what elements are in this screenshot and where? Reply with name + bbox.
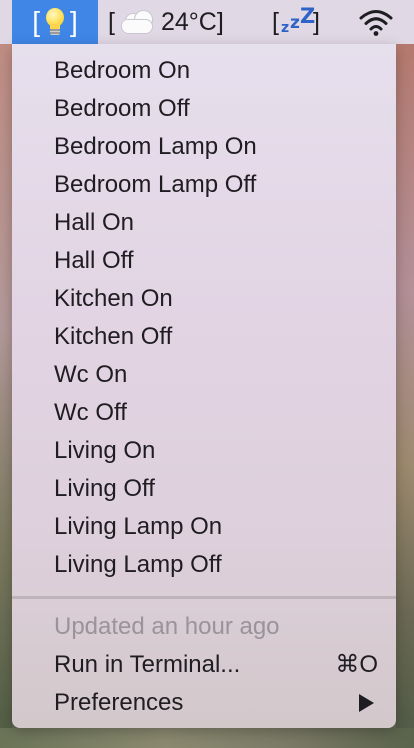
menu-item-kitchen-off[interactable]: Kitchen Off <box>12 318 396 356</box>
menu-item-living-lamp-off[interactable]: Living Lamp Off <box>12 546 396 584</box>
updated-label: Updated an hour ago <box>54 613 280 640</box>
run-in-terminal-item[interactable]: Run in Terminal... ⌘O <box>12 646 396 684</box>
menu-bar: [ ] [ 24°C] [ z z Z ] <box>0 0 414 44</box>
cloud-icon <box>117 10 157 34</box>
sleep-zzz-icon: z z Z <box>280 4 316 36</box>
bracket-left: [ <box>108 7 115 36</box>
keyboard-shortcut: ⌘O <box>335 651 378 678</box>
menu-item-bedroom-off[interactable]: Bedroom Off <box>12 90 396 128</box>
menu-separator <box>12 596 396 599</box>
menu-item-hall-on[interactable]: Hall On <box>12 204 396 242</box>
menu-item-living-lamp-on[interactable]: Living Lamp On <box>12 508 396 546</box>
menu-footer: Updated an hour ago Run in Terminal... ⌘… <box>12 608 396 722</box>
run-in-terminal-label: Run in Terminal... <box>54 651 241 678</box>
menu-item-wc-off[interactable]: Wc Off <box>12 394 396 432</box>
sleep-status-item[interactable]: [ z z Z ] <box>272 0 334 44</box>
updated-status-text: Updated an hour ago <box>12 608 396 646</box>
menu-item-bedroom-lamp-off[interactable]: Bedroom Lamp Off <box>12 166 396 204</box>
wifi-icon <box>359 10 393 36</box>
home-lights-status-item[interactable]: [ ] <box>12 0 98 44</box>
menu-item-bedroom-on[interactable]: Bedroom On <box>12 52 396 90</box>
temperature-text: 24°C] <box>160 7 224 36</box>
wifi-status-item[interactable] <box>356 0 396 44</box>
weather-status-item[interactable]: [ 24°C] <box>108 0 258 44</box>
lights-dropdown-menu: Bedroom On Bedroom Off Bedroom Lamp On B… <box>12 44 396 728</box>
desktop-wallpaper-right <box>396 44 414 748</box>
menu-item-hall-off[interactable]: Hall Off <box>12 242 396 280</box>
menu-item-list: Bedroom On Bedroom Off Bedroom Lamp On B… <box>12 52 396 584</box>
desktop-wallpaper-bottom <box>0 728 414 748</box>
bracket-left: [ <box>32 6 40 37</box>
lightbulb-icon <box>44 7 66 37</box>
preferences-label: Preferences <box>54 689 184 716</box>
bracket-right: ] <box>70 6 78 37</box>
menu-item-bedroom-lamp-on[interactable]: Bedroom Lamp On <box>12 128 396 166</box>
menu-item-wc-on[interactable]: Wc On <box>12 356 396 394</box>
submenu-arrow-icon <box>359 694 374 712</box>
preferences-item[interactable]: Preferences <box>12 684 396 722</box>
bracket-left: [ <box>272 7 279 36</box>
desktop-wallpaper-left <box>0 44 12 748</box>
menu-item-living-off[interactable]: Living Off <box>12 470 396 508</box>
menu-item-kitchen-on[interactable]: Kitchen On <box>12 280 396 318</box>
menu-item-living-on[interactable]: Living On <box>12 432 396 470</box>
